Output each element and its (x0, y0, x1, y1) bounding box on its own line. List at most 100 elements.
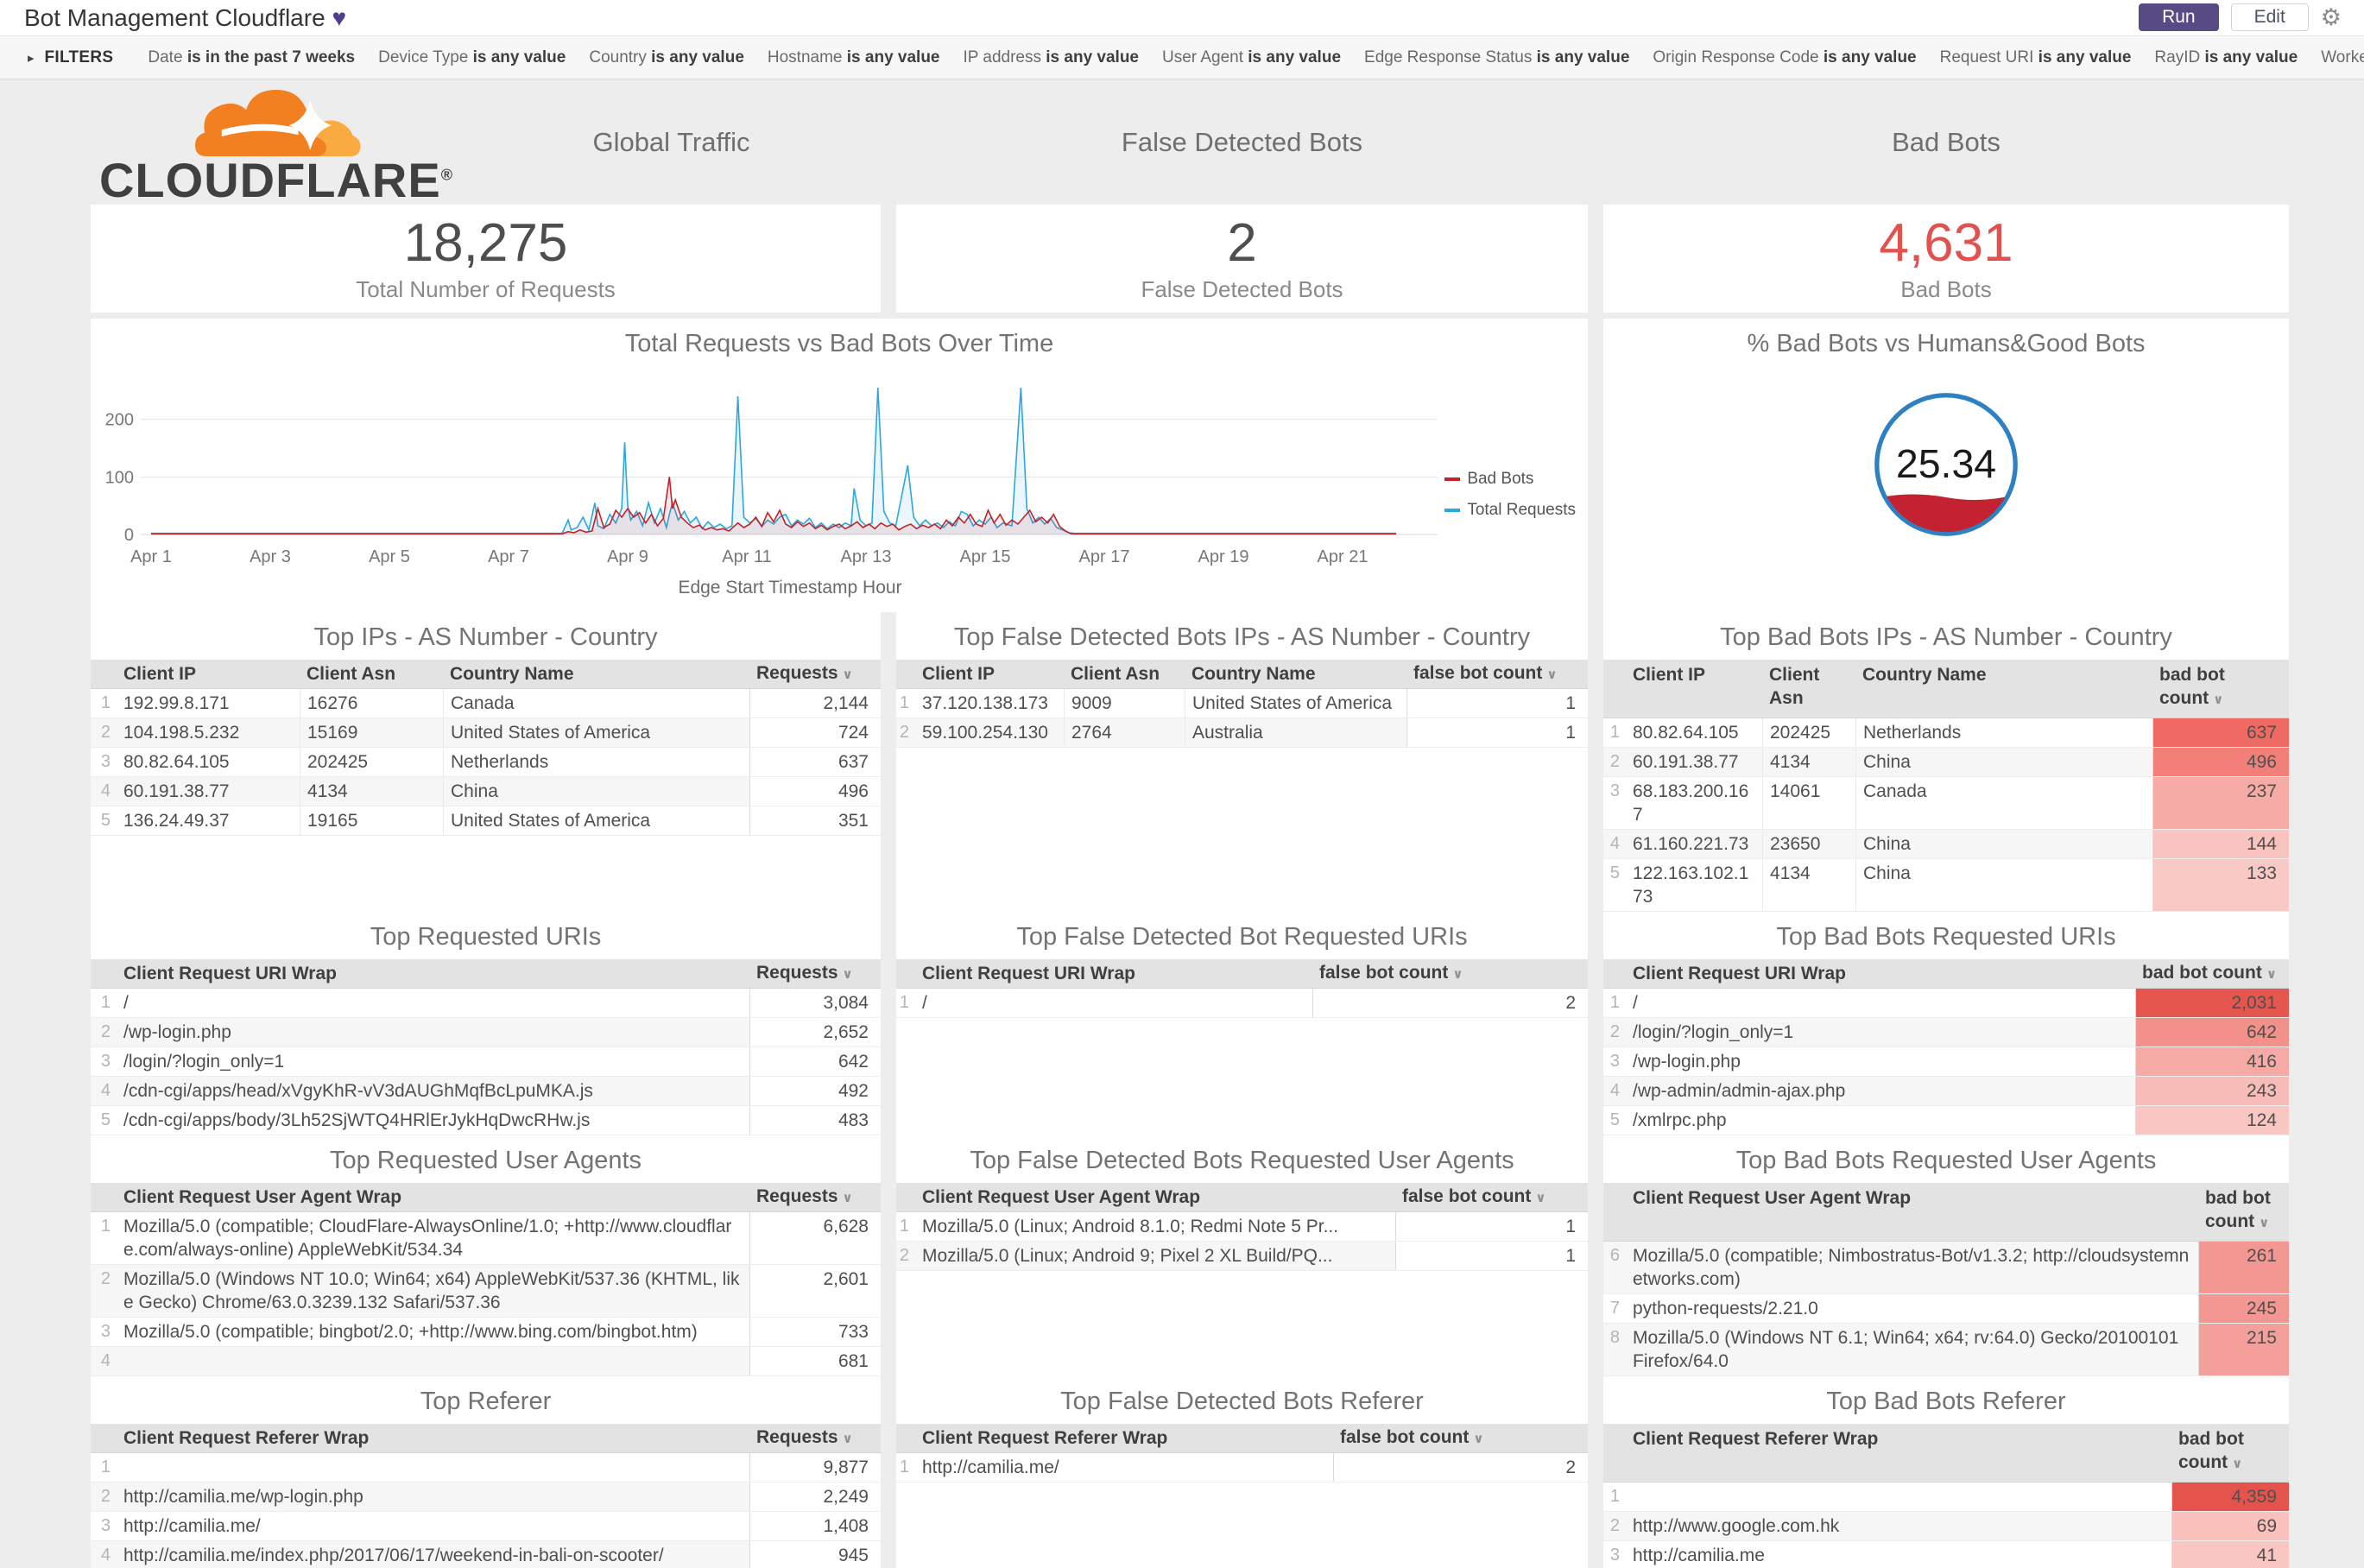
run-button[interactable]: Run (2139, 3, 2219, 31)
column-header-bad-bot-count[interactable]: bad bot count ∨ (2198, 1183, 2289, 1236)
cell[interactable]: 2 (1333, 1453, 1588, 1482)
cell[interactable]: 1 (1406, 689, 1588, 718)
cell[interactable]: 2,249 (749, 1483, 881, 1511)
cell[interactable]: 202425 (1762, 718, 1855, 747)
cell[interactable]: /cdn-cgi/apps/body/3Lh52SjWTQ4HRlErJykHq… (117, 1106, 749, 1135)
cell[interactable]: 2 (1312, 989, 1588, 1017)
column-header-country-name[interactable]: Country Name (1855, 660, 2152, 688)
cell[interactable]: 4134 (1762, 748, 1855, 776)
column-header-client-asn[interactable]: Client Asn (1762, 660, 1855, 711)
cell[interactable]: 351 (749, 806, 881, 835)
cell[interactable]: 16276 (300, 689, 443, 718)
filters-caret-icon[interactable]: ▸ (28, 50, 35, 66)
cell[interactable]: 4,359 (2171, 1483, 2289, 1511)
cell[interactable]: http://camilia.me (1626, 1541, 2171, 1568)
filter-item-country[interactable]: Country is any value (589, 48, 744, 67)
column-header-client-request-user-agent-wrap[interactable]: Client Request User Agent Wrap (117, 1184, 749, 1211)
cell[interactable]: 416 (2135, 1047, 2289, 1076)
cell[interactable]: 192.99.8.171 (117, 689, 300, 718)
cell[interactable]: 642 (749, 1047, 881, 1076)
cell[interactable]: Mozilla/5.0 (Windows NT 6.1; Win64; x64;… (1626, 1324, 2198, 1375)
cell[interactable]: 136.24.49.37 (117, 806, 300, 835)
column-header-client-request-uri-wrap[interactable]: Client Request URI Wrap (1626, 960, 2135, 987)
cell[interactable]: 9,877 (749, 1453, 881, 1482)
cell[interactable]: 2,144 (749, 689, 881, 718)
column-header-client-ip[interactable]: Client IP (117, 661, 300, 687)
column-header-client-request-uri-wrap[interactable]: Client Request URI Wrap (915, 960, 1312, 987)
cell[interactable]: 237 (2152, 777, 2289, 829)
cell[interactable]: 215 (2198, 1324, 2289, 1375)
cell[interactable]: 4134 (1762, 859, 1855, 911)
cell[interactable]: 496 (749, 777, 881, 806)
cell[interactable]: http://camilia.me/index.php/2017/06/17/w… (117, 1541, 749, 1568)
cell[interactable]: 492 (749, 1077, 881, 1105)
cell[interactable]: 37.120.138.173 (915, 689, 1064, 718)
cell[interactable]: 496 (2152, 748, 2289, 776)
cell[interactable]: 6,628 (749, 1212, 881, 1264)
column-header-client-request-user-agent-wrap[interactable]: Client Request User Agent Wrap (1626, 1183, 2198, 1211)
cell[interactable]: 637 (2152, 718, 2289, 747)
column-header-false-bot-count[interactable]: false bot count ∨ (1312, 959, 1588, 988)
filter-item-device-type[interactable]: Device Type is any value (378, 48, 566, 67)
cell[interactable]: python-requests/2.21.0 (1626, 1294, 2198, 1323)
cell[interactable]: Canada (1855, 777, 2152, 829)
column-header-requests[interactable]: Requests ∨ (749, 1183, 881, 1211)
cell[interactable]: United States of America (1185, 689, 1406, 718)
cell[interactable]: /wp-login.php (1626, 1047, 2135, 1076)
cell[interactable] (117, 1347, 749, 1375)
cell[interactable]: /login/?login_only=1 (117, 1047, 749, 1076)
cell[interactable]: 2,031 (2135, 989, 2289, 1017)
cell[interactable]: http://camilia.me/ (117, 1512, 749, 1540)
cell[interactable]: 59.100.254.130 (915, 718, 1064, 747)
filter-item-rayid[interactable]: RayID is any value (2154, 48, 2298, 67)
cell[interactable]: 4134 (300, 777, 443, 806)
column-header-country-name[interactable]: Country Name (443, 661, 749, 687)
cell[interactable]: 945 (749, 1541, 881, 1568)
cell[interactable]: 483 (749, 1106, 881, 1135)
cell[interactable]: 2,601 (749, 1265, 881, 1317)
cell[interactable]: 1 (1395, 1242, 1588, 1270)
column-header-bad-bot-count[interactable]: bad bot count ∨ (2135, 959, 2289, 988)
cell[interactable]: /wp-admin/admin-ajax.php (1626, 1077, 2135, 1105)
column-header-requests[interactable]: Requests ∨ (749, 959, 881, 988)
cell[interactable]: 243 (2135, 1077, 2289, 1105)
cell[interactable]: 3,084 (749, 989, 881, 1017)
column-header-client-ip[interactable]: Client IP (1626, 660, 1762, 688)
cell[interactable]: 261 (2198, 1242, 2289, 1293)
column-header-client-asn[interactable]: Client Asn (1064, 661, 1185, 687)
column-header-client-request-user-agent-wrap[interactable]: Client Request User Agent Wrap (915, 1184, 1395, 1211)
cell[interactable]: 724 (749, 718, 881, 747)
filters-label[interactable]: FILTERS (45, 48, 114, 67)
cell[interactable]: 681 (749, 1347, 881, 1375)
filter-item-worker-subrequest[interactable]: Worker Subrequest is... (2321, 48, 2364, 67)
cell[interactable]: Netherlands (1855, 718, 2152, 747)
cell[interactable]: / (117, 989, 749, 1017)
cell[interactable]: http://camilia.me/ (915, 1453, 1333, 1482)
cell[interactable]: 41 (2171, 1541, 2289, 1568)
cell[interactable]: 9009 (1064, 689, 1185, 718)
column-header-country-name[interactable]: Country Name (1185, 661, 1406, 687)
cell[interactable]: 245 (2198, 1294, 2289, 1323)
cell[interactable]: China (1855, 748, 2152, 776)
cell[interactable]: 14061 (1762, 777, 1855, 829)
cell[interactable]: /login/?login_only=1 (1626, 1018, 2135, 1046)
column-header-client-request-uri-wrap[interactable]: Client Request URI Wrap (117, 960, 749, 987)
cell[interactable]: Mozilla/5.0 (Linux; Android 9; Pixel 2 X… (915, 1242, 1395, 1270)
cell[interactable]: 202425 (300, 748, 443, 776)
cell[interactable]: Australia (1185, 718, 1406, 747)
cell[interactable]: 68.183.200.167 (1626, 777, 1762, 829)
cell[interactable]: http://camilia.me/wp-login.php (117, 1483, 749, 1511)
cell[interactable]: 80.82.64.105 (117, 748, 300, 776)
cell[interactable]: / (1626, 989, 2135, 1017)
cell[interactable] (1626, 1483, 2171, 1511)
filter-item-origin-response-code[interactable]: Origin Response Code is any value (1653, 48, 1916, 67)
filter-item-ip-address[interactable]: IP address is any value (964, 48, 1140, 67)
cell[interactable]: China (1855, 830, 2152, 858)
cell[interactable]: United States of America (443, 718, 749, 747)
column-header-bad-bot-count[interactable]: bad bot count ∨ (2152, 660, 2289, 713)
cell[interactable]: 122.163.102.173 (1626, 859, 1762, 911)
cell[interactable]: 69 (2171, 1512, 2289, 1540)
cell[interactable]: 61.160.221.73 (1626, 830, 1762, 858)
cell[interactable]: /xmlrpc.php (1626, 1106, 2135, 1135)
column-header-client-request-referer-wrap[interactable]: Client Request Referer Wrap (1626, 1424, 2171, 1452)
